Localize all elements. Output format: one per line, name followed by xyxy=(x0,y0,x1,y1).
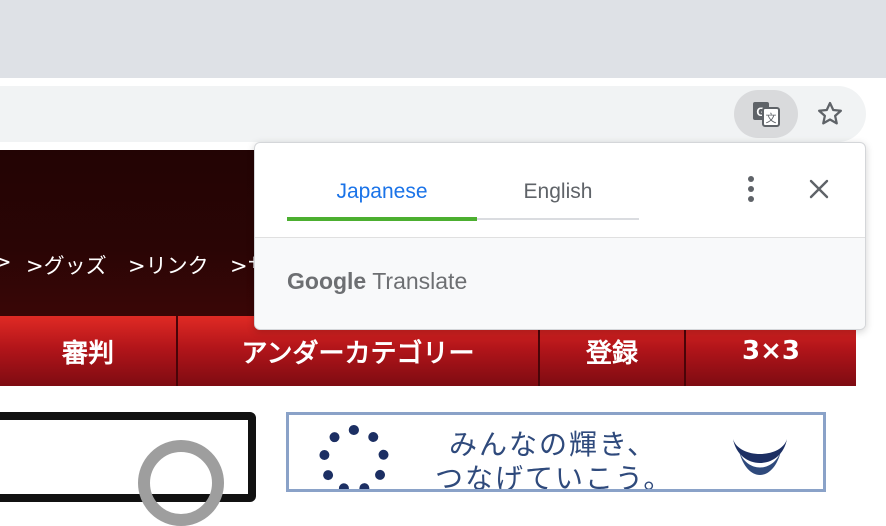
banner-line-2: つなげていこう。 xyxy=(435,462,674,492)
close-popup-button[interactable] xyxy=(799,171,839,207)
sublink-goods[interactable]: >グッズ xyxy=(26,250,107,280)
google-translate-logo: Google Translate xyxy=(287,268,467,295)
page-content: みんなの輝き、 つなげていこう。 xyxy=(0,386,856,526)
google-translate-icon: G 文 xyxy=(753,102,780,127)
tab-track-line xyxy=(477,218,639,220)
svg-text:文: 文 xyxy=(766,111,777,125)
tab-japanese[interactable]: Japanese xyxy=(287,163,477,221)
translate-popup: Japanese English Google Translate xyxy=(254,142,866,330)
bookmark-star-button[interactable] xyxy=(806,92,854,136)
olympic-banner[interactable]: みんなの輝き、 つなげていこう。 xyxy=(286,412,826,492)
loading-circle-icon xyxy=(138,440,224,526)
brand-google: Google xyxy=(287,268,367,294)
close-icon xyxy=(809,179,829,199)
more-options-button[interactable] xyxy=(733,171,769,207)
popup-footer: Google Translate xyxy=(255,238,865,329)
sublink-links[interactable]: >リンク xyxy=(128,250,209,280)
active-tab-indicator xyxy=(287,217,477,221)
tab-english[interactable]: English xyxy=(477,163,639,221)
more-vert-icon xyxy=(748,176,754,202)
translate-page-button[interactable]: G 文 xyxy=(734,90,798,138)
browser-tab-strip xyxy=(0,0,886,78)
star-icon xyxy=(818,101,842,125)
paralympic-emblem-icon xyxy=(733,439,787,475)
brand-translate: Translate xyxy=(372,268,468,294)
sublink-partial[interactable]: > xyxy=(0,250,12,274)
nav-item-referee[interactable]: 審判 xyxy=(0,316,178,386)
language-tabs: Japanese English xyxy=(255,143,865,237)
